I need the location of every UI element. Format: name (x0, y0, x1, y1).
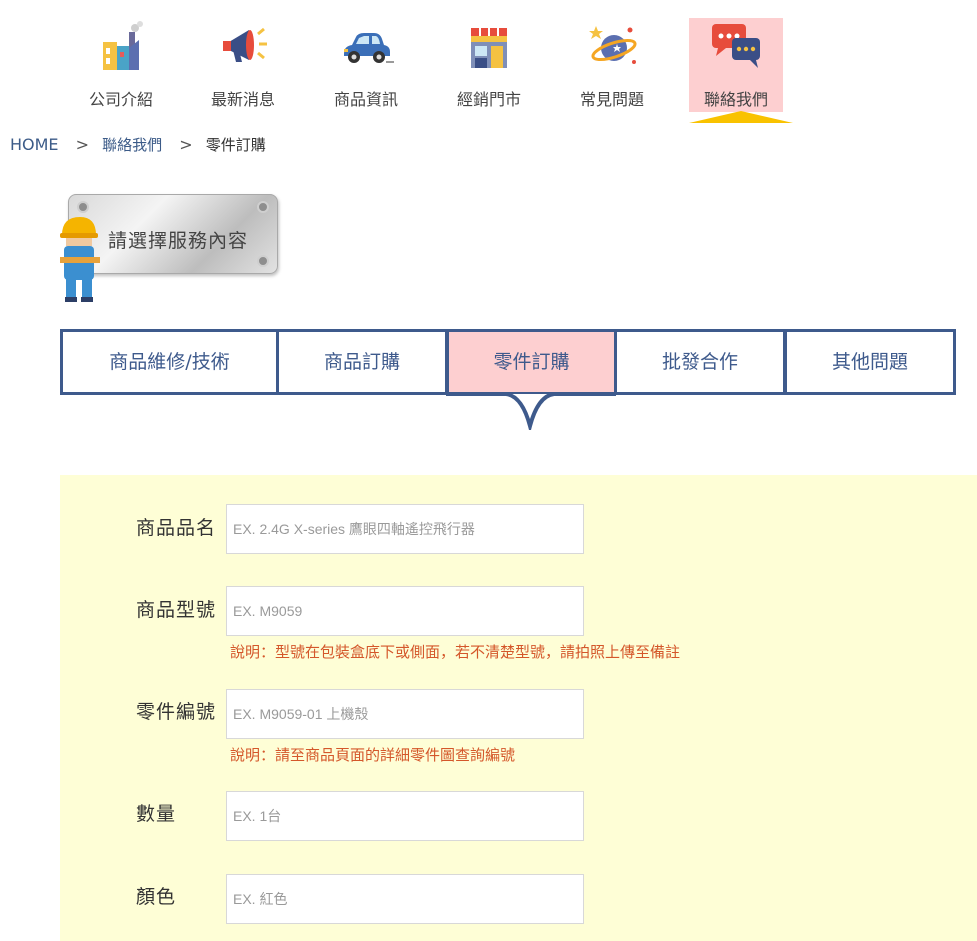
breadcrumb-contact-link[interactable]: 聯絡我們 (102, 136, 162, 154)
tab-product-order[interactable]: 商品訂購 (276, 329, 448, 395)
tab-parts-order[interactable]: 零件訂購 (446, 329, 617, 395)
nav-item-company[interactable]: 公司介紹 (74, 18, 168, 112)
nav-item-label: 最新消息 (210, 90, 275, 109)
nav-item-faq[interactable]: 常見問題 (565, 18, 659, 112)
service-tabs: 商品維修/技術 商品訂購 零件訂購 批發合作 其他問題 (60, 329, 956, 395)
part-number-note: 說明：請至商品頁面的詳細零件圖查詢編號 (230, 746, 516, 764)
nav-item-label: 公司介紹 (88, 90, 153, 109)
nav-item-label: 商品資訊 (333, 90, 398, 109)
bolt-icon (257, 255, 269, 267)
bolt-icon (257, 201, 269, 213)
worker-mascot-icon (60, 217, 100, 302)
nav-item-label: 聯絡我們 (703, 90, 768, 109)
model-number-note: 說明：型號在包裝盒底下或側面，若不清楚型號，請拍照上傳至備註 (230, 643, 681, 661)
parts-order-form: 商品品名 商品型號 說明：型號在包裝盒底下或側面，若不清楚型號，請拍照上傳至備註… (60, 475, 977, 941)
nav-item-label: 經銷門市 (456, 90, 521, 109)
chat-bubbles-icon (712, 24, 760, 68)
tab-repair-tech[interactable]: 商品維修/技術 (60, 329, 279, 395)
service-sign: 請選擇服務內容 (60, 193, 280, 303)
breadcrumb-separator: > (179, 135, 193, 154)
breadcrumb-home-link[interactable]: HOME (10, 135, 59, 154)
part-number-label: 零件編號 (136, 701, 217, 723)
tab-other-questions[interactable]: 其他問題 (784, 329, 956, 395)
part-number-input[interactable] (226, 689, 584, 739)
model-number-input[interactable] (226, 586, 584, 636)
nav-item-stores[interactable]: 經銷門市 (442, 18, 536, 112)
sign-text: 請選擇服務內容 (108, 230, 249, 252)
storefront-icon (471, 28, 507, 68)
car-icon (344, 33, 394, 63)
top-navigation: 公司介紹 最新消息 商品資訊 經銷門市 常見問題 聯絡我們 (0, 0, 977, 130)
planet-icon (589, 26, 637, 64)
nav-item-news[interactable]: 最新消息 (196, 18, 290, 112)
tab-wholesale[interactable]: 批發合作 (614, 329, 786, 395)
nav-item-label: 常見問題 (579, 90, 644, 109)
quantity-label: 數量 (136, 803, 177, 825)
quantity-input[interactable] (226, 791, 584, 841)
model-number-label: 商品型號 (136, 599, 217, 621)
product-name-input[interactable] (226, 504, 584, 554)
breadcrumb-separator: > (75, 135, 90, 154)
breadcrumb: HOME > 聯絡我們 > 零件訂購 (10, 134, 270, 155)
breadcrumb-current: 零件訂購 (205, 136, 266, 154)
product-name-label: 商品品名 (136, 517, 217, 539)
active-tab-pointer (446, 392, 616, 430)
nav-item-products[interactable]: 商品資訊 (319, 18, 413, 112)
color-input[interactable] (226, 874, 584, 924)
color-label: 顏色 (136, 886, 177, 908)
factory-icon (103, 21, 143, 70)
megaphone-icon (223, 27, 267, 62)
nav-item-contact[interactable]: 聯絡我們 (689, 18, 783, 112)
active-nav-indicator (689, 111, 793, 123)
